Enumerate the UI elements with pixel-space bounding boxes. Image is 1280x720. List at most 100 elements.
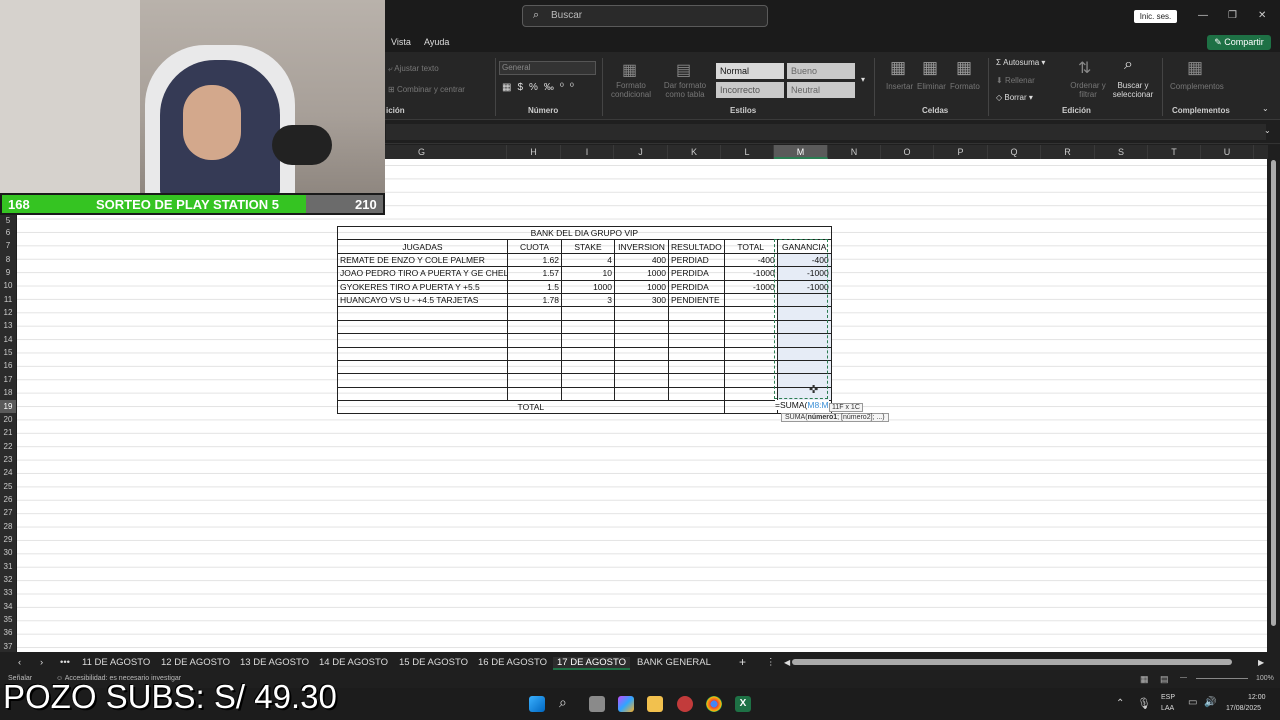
- find-select-button[interactable]: Buscar y seleccionar: [1108, 81, 1158, 99]
- row-header[interactable]: 27: [0, 506, 16, 519]
- tab-14-agosto[interactable]: 14 DE AGOSTO: [319, 657, 388, 668]
- clock-time[interactable]: 12:00: [1248, 694, 1266, 701]
- cell-jugada[interactable]: HUANCAYO VS U - +4.5 TARJETAS: [337, 292, 508, 308]
- row-header[interactable]: 34: [0, 600, 16, 613]
- cell-empty[interactable]: [614, 359, 669, 375]
- hscroll-right-icon[interactable]: ▶: [1258, 658, 1264, 667]
- cell-empty[interactable]: [507, 333, 562, 348]
- row-header[interactable]: 17: [0, 373, 16, 386]
- copilot-icon[interactable]: [618, 696, 634, 712]
- column-header[interactable]: Q: [988, 145, 1041, 159]
- row-header[interactable]: 30: [0, 546, 16, 559]
- column-header-selected[interactable]: M: [774, 145, 828, 159]
- row-header[interactable]: 25: [0, 480, 16, 493]
- delete-button[interactable]: Eliminar: [917, 82, 946, 91]
- cell-stake[interactable]: 4: [561, 252, 615, 268]
- formula-expand-icon[interactable]: ⌄: [1264, 126, 1271, 135]
- cell-empty[interactable]: [561, 386, 615, 402]
- tab-options-icon[interactable]: ⋮: [766, 657, 776, 668]
- horizontal-scroll-thumb[interactable]: [792, 659, 1232, 665]
- row-header[interactable]: 8: [0, 253, 16, 266]
- cell-empty[interactable]: [668, 333, 725, 348]
- view-normal-icon[interactable]: ▦: [1140, 674, 1149, 685]
- row-header[interactable]: 20: [0, 413, 16, 426]
- task-view-icon[interactable]: [589, 696, 605, 712]
- column-header[interactable]: U: [1201, 145, 1254, 159]
- row-header[interactable]: 11: [0, 293, 16, 306]
- cell-empty[interactable]: [337, 333, 508, 348]
- cell-empty[interactable]: [614, 346, 669, 361]
- header-resultado[interactable]: RESULTADO: [668, 239, 725, 254]
- row-header[interactable]: 14: [0, 333, 16, 346]
- header-total[interactable]: TOTAL: [723, 239, 778, 254]
- cell-empty[interactable]: [723, 386, 778, 402]
- header-jugadas[interactable]: JUGADAS: [337, 239, 508, 254]
- cell-empty[interactable]: [561, 359, 615, 375]
- cell-resultado[interactable]: PERDIDA: [668, 266, 725, 281]
- total-formula[interactable]: =SUMA(M8:M: [775, 400, 829, 410]
- cell-jugada[interactable]: JOAO PEDRO TIRO A PUERTA Y GE CHELSEA: [337, 266, 508, 281]
- cell-stake[interactable]: 10: [561, 266, 615, 281]
- tab-17-agosto[interactable]: 17 DE AGOSTO: [553, 657, 630, 670]
- cell-empty[interactable]: [723, 373, 778, 388]
- cell-empty[interactable]: [561, 373, 615, 388]
- minimize-icon[interactable]: —: [1198, 10, 1208, 21]
- menu-vista[interactable]: Vista: [391, 37, 411, 47]
- row-header[interactable]: 12: [0, 306, 16, 319]
- column-header[interactable]: H: [507, 145, 561, 159]
- cell-cuota[interactable]: 1.57: [507, 266, 562, 281]
- network-icon[interactable]: ▭: [1188, 697, 1197, 708]
- conditional-format-button[interactable]: Formato condicional: [607, 81, 655, 99]
- fill-button[interactable]: ⬇ Rellenar: [996, 76, 1035, 85]
- tab-prev-icon[interactable]: ‹: [18, 657, 21, 668]
- tab-16-agosto[interactable]: 16 DE AGOSTO: [478, 657, 547, 668]
- row-header[interactable]: 33: [0, 586, 16, 599]
- zoom-out-icon[interactable]: —: [1180, 674, 1187, 681]
- row-header[interactable]: 13: [0, 319, 16, 332]
- column-header[interactable]: I: [561, 145, 614, 159]
- tab-next-icon[interactable]: ›: [40, 657, 43, 668]
- clock-date[interactable]: 17/08/2025: [1226, 705, 1261, 712]
- row-header[interactable]: 31: [0, 560, 16, 573]
- style-incorrecto[interactable]: Incorrecto: [716, 82, 784, 98]
- cell-empty[interactable]: [614, 373, 669, 388]
- vertical-scroll-thumb[interactable]: [1271, 160, 1276, 626]
- row-header[interactable]: 28: [0, 520, 16, 533]
- header-stake[interactable]: STAKE: [561, 239, 615, 254]
- restore-icon[interactable]: ❐: [1228, 10, 1237, 21]
- language-indicator[interactable]: ESP: [1161, 694, 1175, 701]
- column-header[interactable]: P: [934, 145, 988, 159]
- row-header[interactable]: 24: [0, 466, 16, 479]
- cell-empty[interactable]: [507, 346, 562, 361]
- microphone-icon[interactable]: 🎙: [1137, 697, 1151, 710]
- cell-empty[interactable]: [723, 346, 778, 361]
- view-layout-icon[interactable]: ▤: [1160, 674, 1169, 685]
- cell-stake[interactable]: 1000: [561, 279, 615, 294]
- cell-empty[interactable]: [561, 319, 615, 335]
- cell-empty[interactable]: [614, 333, 669, 348]
- cell-inversion[interactable]: 1000: [614, 266, 669, 281]
- cell-empty[interactable]: [723, 359, 778, 375]
- row-header[interactable]: 10: [0, 279, 16, 292]
- cell-empty[interactable]: [507, 319, 562, 335]
- share-button[interactable]: ✎ Compartir: [1207, 35, 1271, 50]
- column-header[interactable]: K: [668, 145, 721, 159]
- cell-empty[interactable]: [337, 346, 508, 361]
- cell-empty[interactable]: [337, 319, 508, 335]
- cell-empty[interactable]: [668, 306, 725, 321]
- cell-total[interactable]: -400: [723, 252, 778, 268]
- file-explorer-icon[interactable]: [647, 696, 663, 712]
- cell-empty[interactable]: [668, 373, 725, 388]
- cell-empty[interactable]: [337, 373, 508, 388]
- row-header[interactable]: 21: [0, 426, 16, 439]
- cell-empty[interactable]: [507, 359, 562, 375]
- cell-jugada[interactable]: REMATE DE ENZO Y COLE PALMER: [337, 252, 508, 268]
- cell-total[interactable]: -1000: [723, 266, 778, 281]
- volume-icon[interactable]: 🔊: [1204, 697, 1216, 708]
- column-header[interactable]: J: [614, 145, 668, 159]
- row-header[interactable]: 6: [0, 226, 16, 239]
- cell-empty[interactable]: [668, 346, 725, 361]
- header-cuota[interactable]: CUOTA: [507, 239, 562, 254]
- cell-cuota[interactable]: 1.62: [507, 252, 562, 268]
- row-header[interactable]: 7: [0, 239, 16, 252]
